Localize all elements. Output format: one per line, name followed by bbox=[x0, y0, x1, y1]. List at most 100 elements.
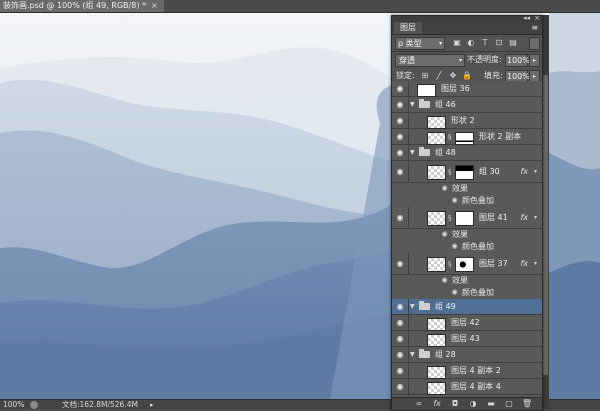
layer-name[interactable]: 图层 43 bbox=[451, 333, 480, 345]
lock-move-icon[interactable]: ✥ bbox=[448, 71, 458, 80]
effect-visibility-eye-icon[interactable]: ◉ bbox=[450, 196, 459, 205]
color-overlay-effect-row[interactable]: ◉ 颜色叠加 bbox=[392, 241, 542, 253]
effect-visibility-eye-icon[interactable]: ◉ bbox=[440, 184, 449, 193]
delete-icon[interactable]: 🗑 bbox=[522, 399, 532, 409]
visibility-eye-icon[interactable]: ◉ bbox=[395, 334, 405, 343]
visibility-eye-icon[interactable]: ◉ bbox=[395, 302, 405, 311]
smart-icon[interactable]: ▤ bbox=[508, 38, 518, 47]
color-overlay-effect-row[interactable]: ◉ 颜色叠加 bbox=[392, 287, 542, 299]
layer-fx-icon[interactable]: fx bbox=[520, 166, 528, 178]
visibility-eye-icon[interactable]: ◉ bbox=[395, 100, 405, 109]
layer-row[interactable]: ◉ 形状 2 bbox=[392, 113, 542, 129]
layer-group-row[interactable]: ◉ ▼ 组 28 bbox=[392, 347, 542, 363]
layer-name[interactable]: 组 49 bbox=[435, 301, 456, 313]
close-icon[interactable]: × bbox=[151, 1, 158, 10]
expand-triangle-icon[interactable]: ▼ bbox=[410, 149, 415, 156]
visibility-eye-icon[interactable]: ◉ bbox=[395, 84, 405, 93]
layer-name[interactable]: 图层 4 副本 2 bbox=[451, 365, 501, 377]
layer-name[interactable]: 图层 36 bbox=[441, 83, 470, 95]
chain-link-icon[interactable]: § bbox=[448, 260, 452, 268]
layer-name[interactable]: 图层 37 bbox=[479, 258, 508, 270]
mask-icon[interactable]: ◘ bbox=[450, 399, 460, 409]
visibility-eye-icon[interactable]: ◉ bbox=[395, 167, 405, 176]
type-icon[interactable]: T bbox=[480, 38, 490, 47]
visibility-eye-icon[interactable]: ◉ bbox=[395, 116, 405, 125]
expand-triangle-icon[interactable]: ▼ bbox=[410, 101, 415, 108]
visibility-eye-icon[interactable]: ◉ bbox=[395, 318, 405, 327]
layer-mask-thumbnail[interactable] bbox=[455, 132, 474, 145]
layer-mask-thumbnail[interactable] bbox=[455, 165, 474, 180]
layer-row[interactable]: ◉ § 组 30 fx ▾ bbox=[392, 161, 542, 183]
tab-layers[interactable]: 图层 bbox=[394, 22, 422, 34]
lock-all-icon[interactable]: 🔒 bbox=[462, 71, 472, 80]
adjust-icon[interactable]: ◐ bbox=[466, 38, 476, 47]
layer-name[interactable]: 形状 2 bbox=[451, 115, 475, 127]
opacity-input[interactable]: 100% bbox=[505, 54, 530, 67]
visibility-eye-icon[interactable]: ◉ bbox=[395, 366, 405, 375]
layer-row[interactable]: ◉ 图层 4 副本 2 bbox=[392, 363, 542, 379]
chain-link-icon[interactable]: § bbox=[448, 168, 452, 176]
close-panel-icon[interactable]: × bbox=[534, 14, 540, 22]
chain-link-icon[interactable]: § bbox=[448, 133, 452, 141]
layer-name[interactable]: 图层 42 bbox=[451, 317, 480, 329]
layer-row[interactable]: ◉ 图层 42 bbox=[392, 315, 542, 331]
visibility-eye-icon[interactable]: ◉ bbox=[395, 382, 405, 391]
document-tab[interactable]: 装饰画.psd @ 100% (组 49, RGB/8) * × bbox=[0, 0, 164, 12]
transform-icon[interactable]: ⊡ bbox=[494, 38, 504, 47]
fx-expand-icon[interactable]: ▾ bbox=[534, 260, 537, 267]
layer-name[interactable]: 组 48 bbox=[435, 147, 456, 159]
layer-group-row[interactable]: ◉ ▼ 组 46 bbox=[392, 97, 542, 113]
blend-mode-select[interactable]: 穿透 ▾ bbox=[395, 54, 465, 67]
layer-fx-icon[interactable]: fx bbox=[520, 212, 528, 224]
visibility-eye-icon[interactable]: ◉ bbox=[395, 350, 405, 359]
panel-menu-icon[interactable]: ≡ bbox=[531, 23, 538, 32]
layer-row[interactable]: ◉ 图层 36 bbox=[392, 81, 542, 97]
layer-group-row[interactable]: ◉ ▼ 组 48 bbox=[392, 145, 542, 161]
layer-thumbnail bbox=[427, 318, 446, 331]
layer-name[interactable]: 形状 2 副本 bbox=[479, 131, 521, 143]
opacity-slider-arrow-icon[interactable]: ▸ bbox=[529, 54, 540, 67]
visibility-eye-icon[interactable]: ◉ bbox=[395, 259, 405, 268]
layer-name[interactable]: 图层 41 bbox=[479, 212, 508, 224]
layer-mask-thumbnail[interactable] bbox=[455, 257, 474, 272]
filter-type-select[interactable]: ρ 类型 ▾ bbox=[395, 37, 445, 50]
color-overlay-effect-row[interactable]: ◉ 颜色叠加 bbox=[392, 195, 542, 207]
visibility-eye-icon[interactable]: ◉ bbox=[395, 132, 405, 141]
adjustment-icon[interactable]: ◑ bbox=[468, 399, 478, 409]
lock-brush-icon[interactable]: ╱ bbox=[434, 71, 444, 80]
layer-effects-row[interactable]: ◉ 效果 bbox=[392, 183, 542, 195]
fx-expand-icon[interactable]: ▾ bbox=[534, 168, 537, 175]
layer-effects-row[interactable]: ◉ 效果 bbox=[392, 229, 542, 241]
layer-mask-thumbnail[interactable] bbox=[455, 211, 474, 226]
layer-row[interactable]: ◉ § 图层 37 fx ▾ bbox=[392, 253, 542, 275]
expand-triangle-icon[interactable]: ▼ bbox=[410, 351, 415, 358]
layer-name[interactable]: 组 46 bbox=[435, 99, 456, 111]
fx-expand-icon[interactable]: ▾ bbox=[534, 214, 537, 221]
effect-visibility-eye-icon[interactable]: ◉ bbox=[440, 276, 449, 285]
layer-row[interactable]: ◉ § 形状 2 副本 bbox=[392, 129, 542, 145]
layer-fx-icon[interactable]: fx bbox=[520, 258, 528, 270]
layer-name[interactable]: 图层 4 副本 4 bbox=[451, 381, 501, 393]
filter-toggle-icon[interactable] bbox=[529, 37, 540, 50]
layer-row[interactable]: ◉ 图层 43 bbox=[392, 331, 542, 347]
layer-row[interactable]: ◉ 图层 4 副本 4 bbox=[392, 379, 542, 395]
chain-link-icon[interactable]: § bbox=[448, 214, 452, 222]
effect-visibility-eye-icon[interactable]: ◉ bbox=[440, 230, 449, 239]
visibility-eye-icon[interactable]: ◉ bbox=[395, 213, 405, 222]
layer-name[interactable]: 组 30 bbox=[479, 166, 500, 178]
link-icon[interactable]: ∞ bbox=[414, 399, 424, 409]
lock-pixels-icon[interactable]: ⊞ bbox=[420, 71, 430, 80]
layer-row[interactable]: ◉ § 图层 41 fx ▾ bbox=[392, 207, 542, 229]
layer-name[interactable]: 组 28 bbox=[435, 349, 456, 361]
new-layer-icon[interactable]: ▢ bbox=[504, 399, 514, 409]
fx-icon[interactable]: fx bbox=[432, 399, 442, 409]
layer-group-row[interactable]: ◉ ▼ 组 49 bbox=[392, 299, 542, 315]
visibility-eye-icon[interactable]: ◉ bbox=[395, 148, 405, 157]
group-icon[interactable]: ▬ bbox=[486, 399, 496, 409]
effect-visibility-eye-icon[interactable]: ◉ bbox=[450, 288, 459, 297]
collapse-panel-icon[interactable]: ◂◂ bbox=[523, 14, 530, 22]
effect-visibility-eye-icon[interactable]: ◉ bbox=[450, 242, 459, 251]
expand-triangle-icon[interactable]: ▼ bbox=[410, 303, 415, 310]
layer-effects-row[interactable]: ◉ 效果 bbox=[392, 275, 542, 287]
image-icon[interactable]: ▣ bbox=[452, 38, 462, 47]
